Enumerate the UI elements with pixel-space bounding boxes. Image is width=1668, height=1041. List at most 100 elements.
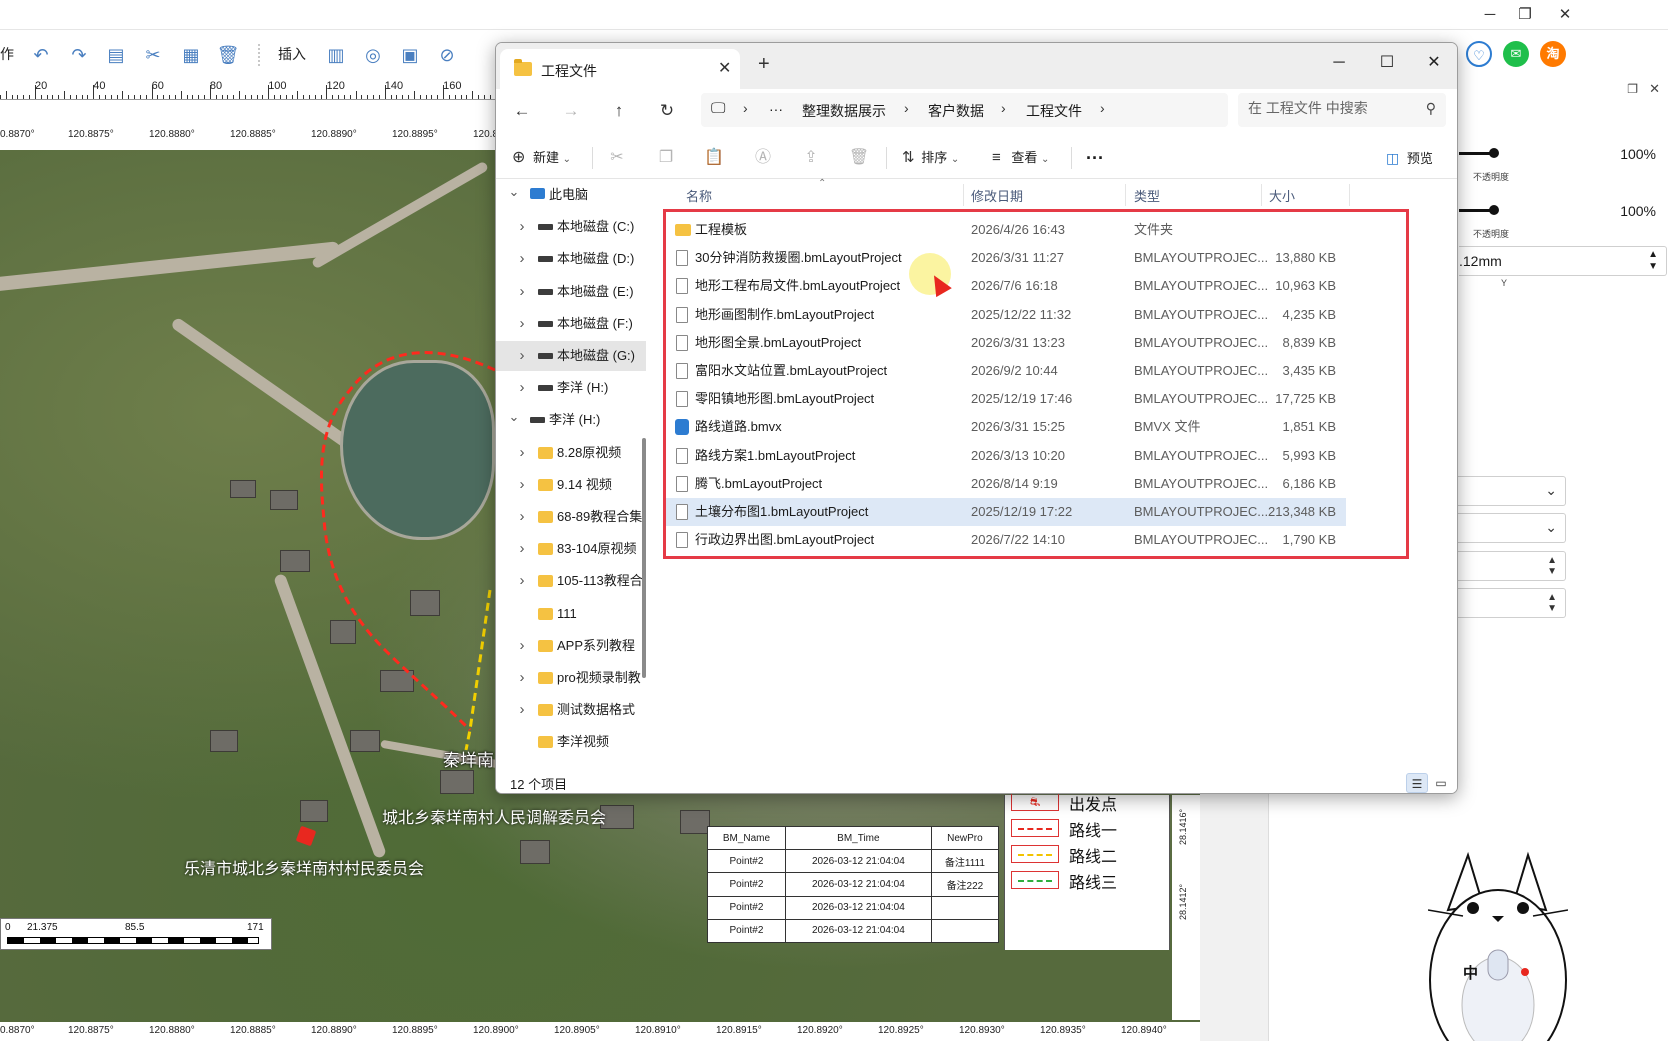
stepper-arrows-icon[interactable]: ▲ ▼ [1648,249,1658,273]
nav-item[interactable]: 111 [496,599,646,629]
nav-item[interactable]: › 本地磁盘 (C:) [496,212,646,242]
details-view-icon[interactable]: ☰ [1406,773,1428,793]
chevron-right-icon[interactable]: › [514,631,530,661]
panel-close-icon[interactable]: ✕ [1649,81,1660,97]
property-dropdown[interactable]: ⌄ [1458,476,1566,506]
share-icon[interactable]: ⇪ [798,145,824,171]
up-button[interactable]: ↑ [605,98,633,124]
chevron-right-icon[interactable]: › [904,100,909,116]
breadcrumb-item[interactable]: 客户数据 [928,101,984,121]
file-row[interactable]: 富阳水文站位置.bmLayoutProject 2026/9/2 10:44 BML… [666,357,1346,385]
column-header-date[interactable]: 修改日期 [971,186,1023,205]
file-row[interactable]: 地形工程布局文件.bmLayoutProject 2026/7/6 16:18 BM… [666,272,1346,300]
paste-icon[interactable]: ▦ [178,42,204,68]
app-restore-button[interactable]: ❐ [1505,4,1545,26]
undo-icon[interactable]: ↶ [28,42,54,68]
monitor-icon[interactable]: 🖵 [711,100,725,117]
column-header-type[interactable]: 类型 [1134,186,1160,205]
chevron-right-icon[interactable]: › [514,502,530,532]
back-button[interactable]: ← [508,98,536,124]
breadcrumb-item[interactable]: 整理数据展示 [802,101,886,121]
tiles-view-icon[interactable]: ▭ [1430,773,1452,793]
ime-indicator[interactable]: 中 [1463,962,1478,983]
more-options-icon[interactable]: ··· [1086,145,1104,171]
nav-item[interactable]: › 本地磁盘 (E:) [496,277,646,307]
chevron-down-icon[interactable]: ⌄ [506,402,522,432]
nav-item[interactable]: › 83-104原视频 [496,534,646,564]
cut-icon[interactable]: ✂ [140,42,166,68]
chevron-right-icon[interactable]: › [514,470,530,500]
file-row[interactable]: 工程模板 2026/4/26 16:43 文件夹 [666,216,1346,244]
delete-icon[interactable]: 🗑 [846,145,872,171]
chevron-right-icon[interactable]: › [514,341,530,371]
property-dropdown[interactable]: ⌄ [1458,513,1566,543]
file-row[interactable]: 地形图全景.bmLayoutProject 2026/3/31 13:23 BMLA… [666,329,1346,357]
file-row[interactable]: 30分钟消防救援圈.bmLayoutProject 2026/3/31 11:27… [666,244,1346,272]
chevron-right-icon[interactable]: › [514,566,530,596]
new-tab-button[interactable]: + [758,53,770,76]
search-box[interactable]: ⚲ [1238,93,1446,127]
tab-close-icon[interactable]: ✕ [718,58,731,78]
chevron-right-icon[interactable]: › [1100,100,1105,116]
nav-item[interactable]: 李洋视频 [496,727,646,757]
taobao-icon[interactable]: 淘 [1540,41,1566,67]
nav-item[interactable]: › 李洋 (H:) [496,373,646,403]
size-stepper[interactable]: .12mm ▲ ▼ [1459,246,1667,276]
view-button[interactable]: ≡ 查看 ⌄ [992,145,1049,171]
insert-map-icon[interactable]: ▥ [323,42,349,68]
chevron-right-icon[interactable]: › [1001,100,1006,116]
redo-icon[interactable]: ↷ [66,42,92,68]
maximize-button[interactable]: ☐ [1364,48,1410,78]
column-divider[interactable] [1261,184,1262,206]
nav-item[interactable]: ⌄ 李洋 (H:) [496,405,646,435]
nav-item[interactable]: › pro视频录制教 [496,663,646,693]
nav-item[interactable]: › 本地磁盘 (D:) [496,244,646,274]
new-button[interactable]: ⊕ 新建 ⌄ [512,145,571,171]
cut-icon[interactable]: ✂ [604,145,630,171]
address-bar[interactable]: 🖵 › ··· 整理数据展示 › 客户数据 › 工程文件 › [701,93,1228,127]
chevron-right-icon[interactable]: › [514,244,530,274]
chevron-right-icon[interactable]: › [514,534,530,564]
search-input[interactable] [1248,100,1418,116]
file-row[interactable]: 零阳镇地形图.bmLayoutProject 2025/12/19 17:46 BM… [666,385,1346,413]
file-row[interactable]: 行政边界出图.bmLayoutProject 2026/7/22 14:10 BML… [666,526,1346,554]
sort-button[interactable]: ⇅ 排序 ⌄ [902,145,959,171]
nav-item[interactable]: › 105-113教程合 [496,566,646,596]
chevron-right-icon[interactable]: › [514,663,530,693]
chevron-right-icon[interactable]: › [514,695,530,725]
select-all-icon[interactable]: ▤ [103,42,129,68]
file-row[interactable]: 路线方案1.bmLayoutProject 2026/3/13 10:20 BMLA… [666,442,1346,470]
chevron-right-icon[interactable]: › [743,100,748,116]
nav-item[interactable]: › 测试数据格式 [496,695,646,725]
opacity-slider-handle[interactable] [1489,205,1499,215]
close-button[interactable]: ✕ [1411,48,1457,78]
file-row[interactable]: 腾飞.bmLayoutProject 2026/8/14 9:19 BMLAYOUT… [666,470,1346,498]
navigation-scrollbar[interactable] [642,438,646,678]
column-divider[interactable] [963,184,964,206]
breadcrumb-more[interactable]: ··· [769,101,783,117]
nav-item[interactable]: › APP系列教程 [496,631,646,661]
wechat-icon[interactable]: ✉ [1503,41,1529,67]
property-stepper[interactable]: ▲ ▼ [1458,551,1566,581]
nav-item[interactable]: › 本地磁盘 (G:) [496,341,646,371]
search-icon[interactable]: ⚲ [1426,100,1436,117]
chevron-right-icon[interactable]: › [514,212,530,242]
nav-item[interactable]: ⌄ 此电脑 [496,180,646,210]
breadcrumb-item[interactable]: 工程文件 [1026,101,1082,121]
chevron-right-icon[interactable]: › [514,373,530,403]
paste-icon[interactable]: 📋 [701,145,727,171]
chevron-down-icon[interactable]: ⌄ [506,180,522,207]
column-header-size[interactable]: 大小 [1269,186,1295,205]
property-stepper[interactable]: ▲ ▼ [1458,588,1566,618]
chevron-right-icon[interactable]: › [514,438,530,468]
app-close-button[interactable]: ✕ [1545,4,1585,26]
delete-icon[interactable]: 🗑 [215,42,241,68]
nav-item[interactable]: › 68-89教程合集 [496,502,646,532]
refresh-button[interactable]: ↻ [653,98,681,124]
copy-icon[interactable]: ❐ [653,145,679,171]
file-row[interactable]: 土壤分布图1.bmLayoutProject 2025/12/19 17:22 BM… [666,498,1346,526]
insert-image-icon[interactable]: ▣ [397,42,423,68]
insert-compass-icon[interactable]: ⊘ [434,42,460,68]
column-divider[interactable] [1349,184,1350,206]
tab-project-files[interactable]: 工程文件 ✕ [500,49,740,89]
